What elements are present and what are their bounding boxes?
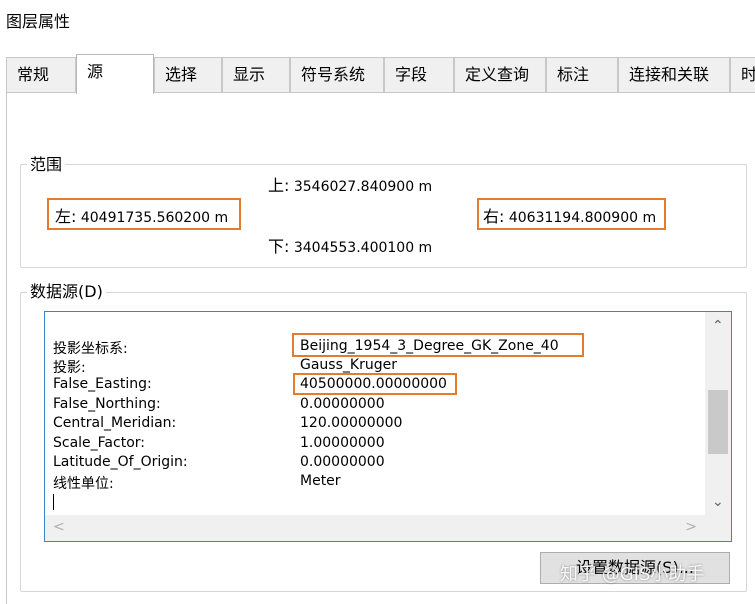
dialog-title: 图层属性 bbox=[6, 12, 71, 31]
source-row-value: 0.00000000 bbox=[300, 454, 385, 470]
extent-top-key: 上: bbox=[268, 176, 290, 195]
extent-bottom-key: 下: bbox=[268, 237, 290, 256]
false-easting-highlight bbox=[293, 373, 457, 395]
tab-general[interactable]: 常规 bbox=[6, 57, 76, 92]
tab-bar: 常规 源 选择 显示 符号系统 字段 定义查询 标注 连接和关联 时 bbox=[6, 54, 755, 94]
scroll-up-icon[interactable]: ⌃ bbox=[712, 319, 724, 333]
extent-bottom: 下: 3404553.400100 m bbox=[268, 233, 432, 257]
tab-display[interactable]: 显示 bbox=[222, 57, 290, 92]
extent-top: 上: 3546027.840900 m bbox=[268, 172, 432, 196]
source-row-value: 1.00000000 bbox=[300, 435, 385, 451]
extent-group-title: 范围 bbox=[27, 155, 66, 175]
tab-labels[interactable]: 标注 bbox=[546, 57, 618, 92]
tab-time[interactable]: 时 bbox=[730, 57, 755, 92]
watermark: 知乎 @GIS小助手 bbox=[560, 564, 705, 585]
tab-selection[interactable]: 选择 bbox=[154, 57, 222, 92]
scroll-down-icon[interactable]: ⌄ bbox=[712, 495, 724, 509]
horizontal-scrollbar[interactable]: < > bbox=[45, 515, 705, 541]
tab-joins-relates[interactable]: 连接和关联 bbox=[618, 57, 730, 92]
scroll-right-icon[interactable]: > bbox=[685, 520, 697, 534]
extent-top-value: 3546027.840900 m bbox=[293, 179, 433, 195]
scroll-thumb[interactable] bbox=[708, 390, 728, 454]
extent-right-key: 右: bbox=[483, 207, 505, 226]
tab-symbology[interactable]: 符号系统 bbox=[290, 57, 384, 92]
extent-left-value: 40491735.560200 m bbox=[80, 210, 229, 226]
source-row-key: 投影坐标系: bbox=[53, 341, 128, 357]
extent-left-key: 左: bbox=[55, 207, 77, 226]
extent-right: 右: 40631194.800900 m bbox=[483, 203, 656, 227]
extent-right-value: 40631194.800900 m bbox=[508, 210, 657, 226]
vertical-scrollbar[interactable]: ⌃ ⌄ bbox=[705, 312, 731, 515]
source-row-key: 线性单位: bbox=[53, 476, 114, 492]
source-row-value: 120.00000000 bbox=[300, 415, 403, 431]
source-row-value: Gauss_Kruger bbox=[300, 357, 397, 373]
extent-bottom-value: 3404553.400100 m bbox=[293, 240, 433, 256]
source-row-key: 投影: bbox=[53, 360, 86, 376]
text-caret bbox=[53, 494, 54, 510]
tab-definition-query[interactable]: 定义查询 bbox=[454, 57, 546, 92]
extent-left: 左: 40491735.560200 m bbox=[55, 203, 228, 227]
source-row-value: Meter bbox=[300, 473, 341, 489]
source-row-key: False_Northing: bbox=[53, 396, 161, 412]
scroll-left-icon[interactable]: < bbox=[53, 520, 65, 534]
tab-source[interactable]: 源 bbox=[76, 54, 154, 94]
scrollbar-corner bbox=[705, 515, 731, 541]
source-row-key: Central_Meridian: bbox=[53, 415, 177, 431]
source-row-key: Latitude_Of_Origin: bbox=[53, 454, 188, 470]
source-row-key: Scale_Factor: bbox=[53, 435, 145, 451]
source-row-key: False_Easting: bbox=[53, 376, 152, 392]
source-row-value: 0.00000000 bbox=[300, 396, 385, 412]
layer-properties-dialog: 图层属性 常规 源 选择 显示 符号系统 字段 定义查询 标注 连接和关联 时 … bbox=[0, 0, 755, 604]
tab-fields[interactable]: 字段 bbox=[384, 57, 454, 92]
data-source-group-title: 数据源(D) bbox=[27, 282, 106, 302]
projection-name-highlight bbox=[292, 333, 584, 357]
